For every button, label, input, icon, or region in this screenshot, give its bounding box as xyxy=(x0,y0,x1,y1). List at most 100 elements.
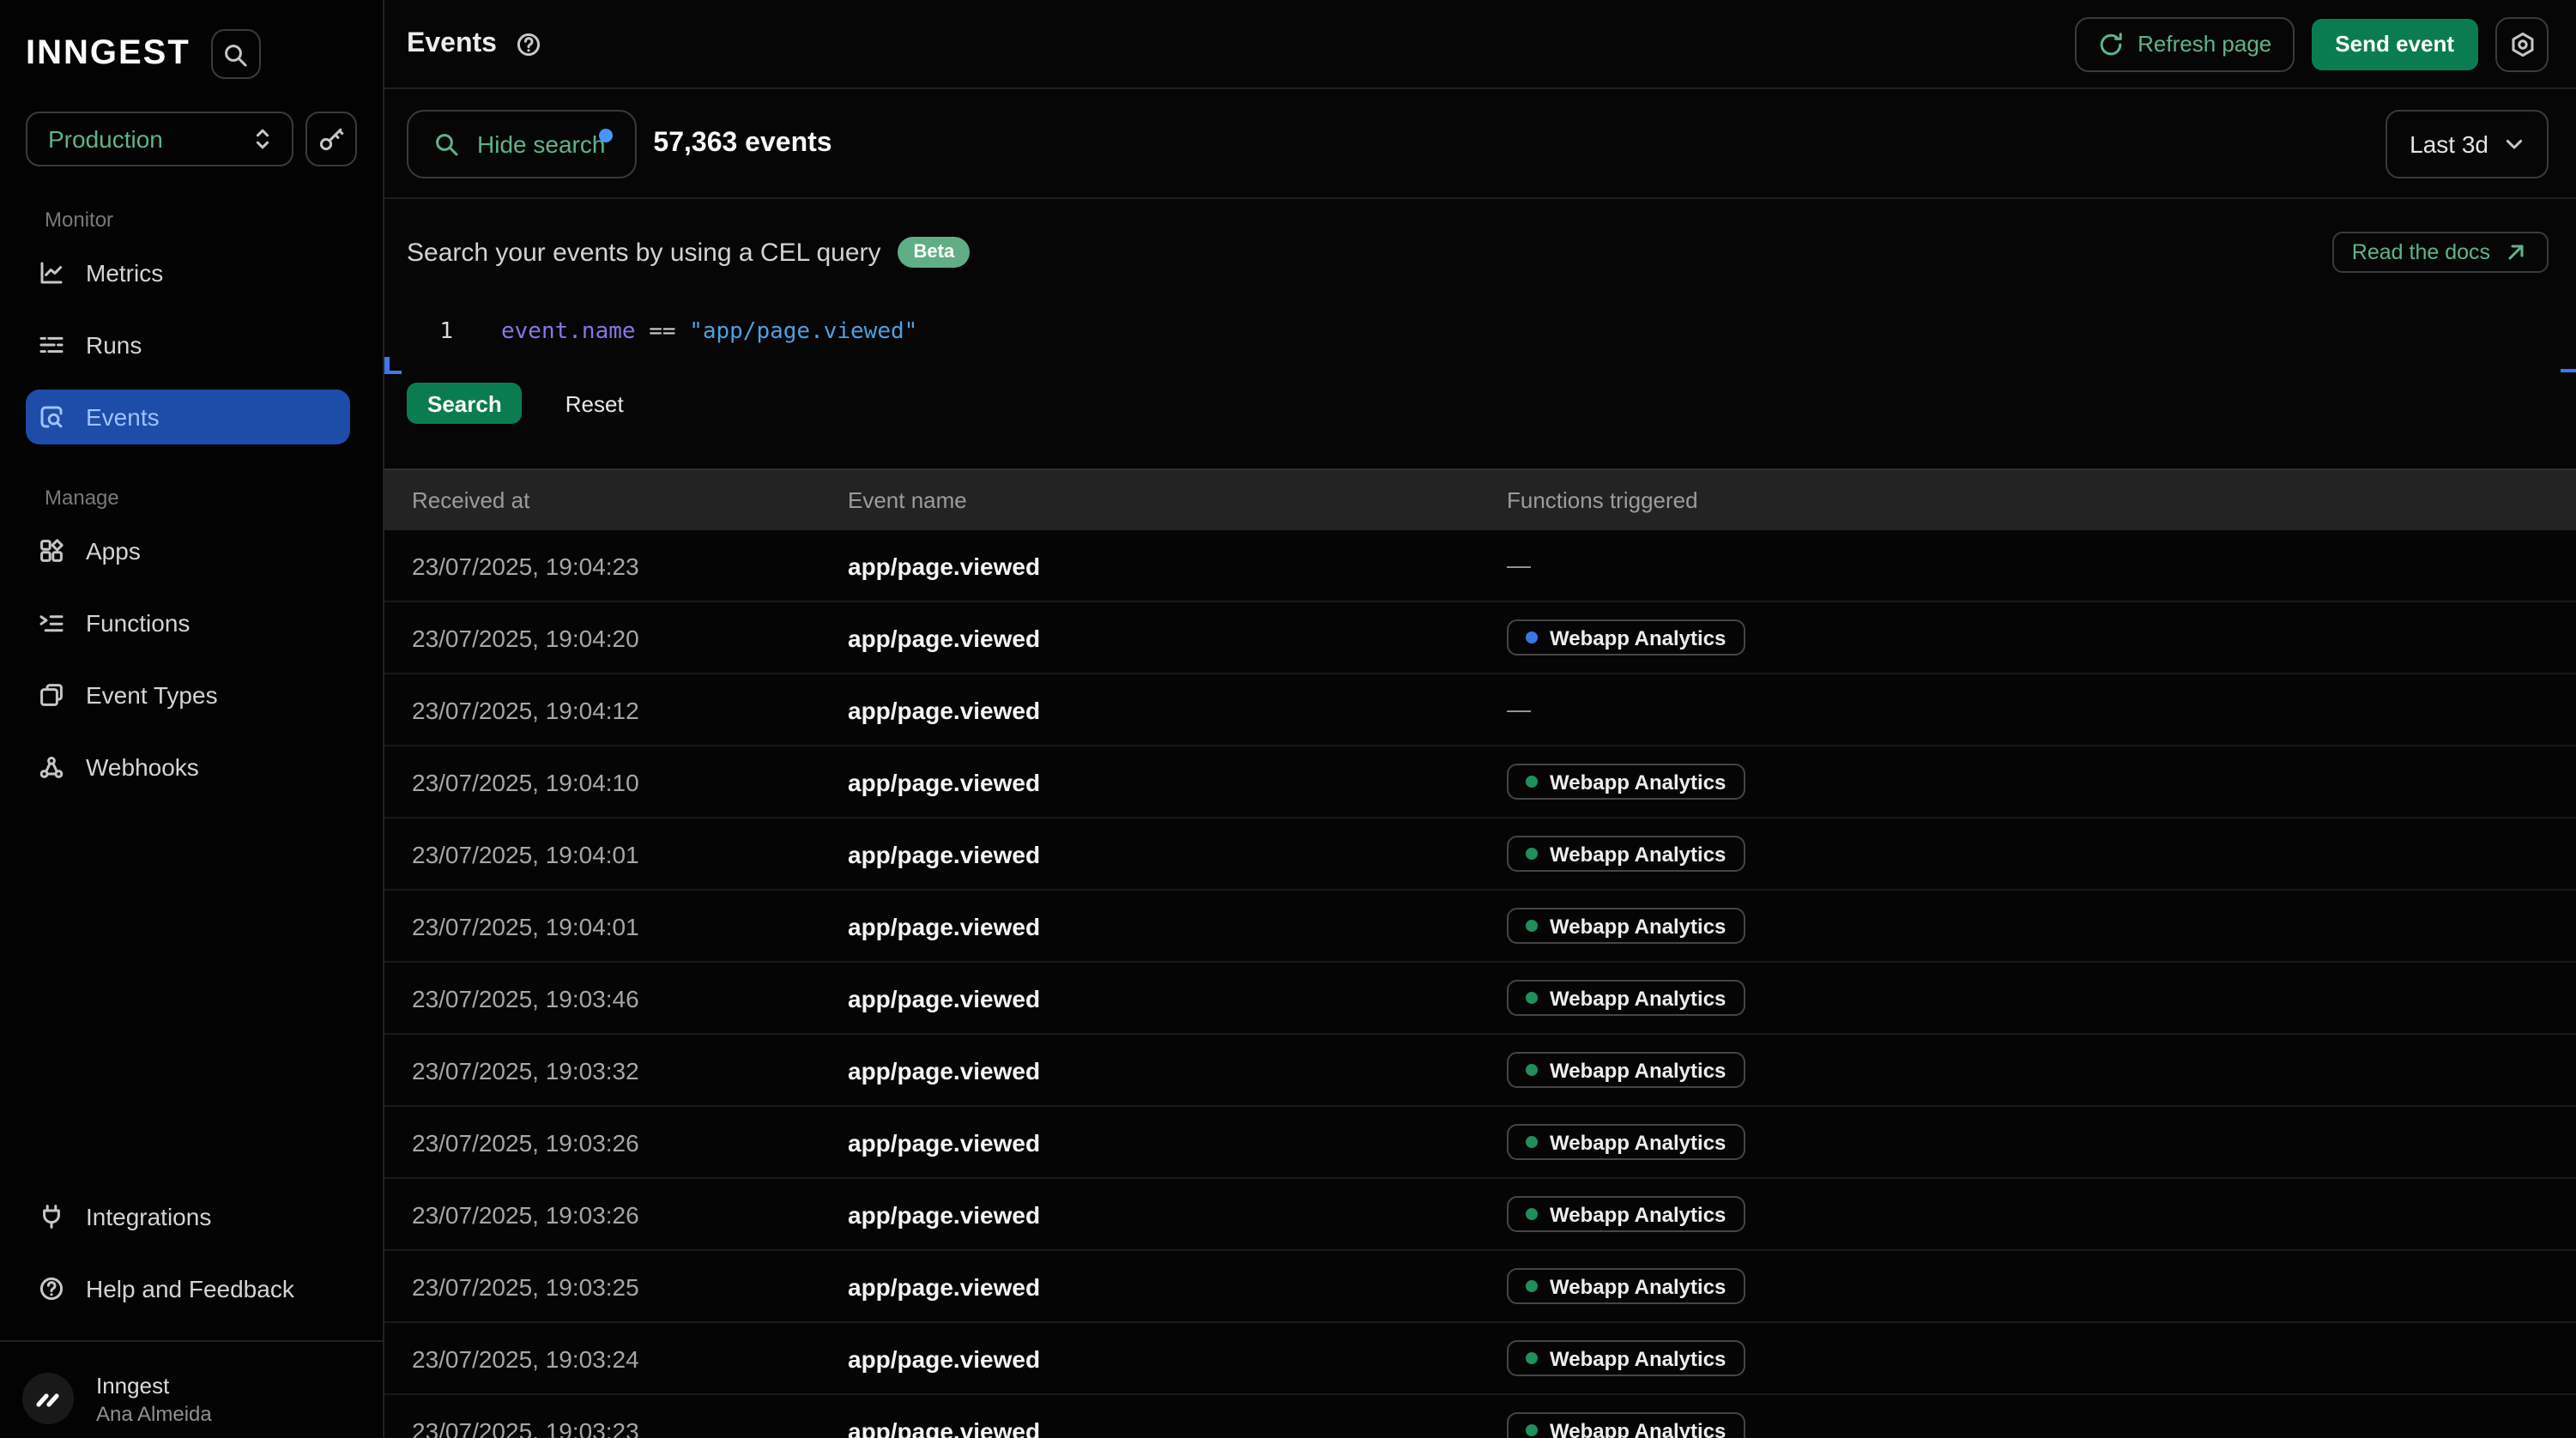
page-help-icon[interactable] xyxy=(516,30,543,57)
sidebar-bottom: Integrations Help and Feedback Inngest An… xyxy=(0,1189,383,1438)
sidebar-item-events[interactable]: Events xyxy=(26,390,350,444)
reset-button[interactable]: Reset xyxy=(565,390,624,416)
function-badge[interactable]: Webapp Analytics xyxy=(1507,1124,1745,1160)
cel-search-panel: Search your events by using a CEL query … xyxy=(384,199,2576,468)
sidebar-item-event-types[interactable]: Event Types xyxy=(26,668,350,722)
cell-functions-triggered: Webapp Analytics xyxy=(1507,1412,2576,1438)
cell-event-name: app/page.viewed xyxy=(848,768,1507,795)
cell-event-name: app/page.viewed xyxy=(848,1200,1507,1228)
read-the-docs-label: Read the docs xyxy=(2352,240,2490,264)
sidebar-item-runs[interactable]: Runs xyxy=(26,317,350,372)
function-badge[interactable]: Webapp Analytics xyxy=(1507,1052,1745,1088)
user-menu[interactable]: Inngest Ana Almeida xyxy=(0,1340,383,1438)
sidebar: INNGEST Production MonitorMetricsRunsEve… xyxy=(0,0,384,1438)
function-badge[interactable]: Webapp Analytics xyxy=(1507,1340,1745,1376)
events-table: Received at Event name Functions trigger… xyxy=(384,468,2576,1438)
sidebar-item-label: Event Types xyxy=(86,681,218,709)
table-row[interactable]: 23/07/2025, 19:04:01app/page.viewedWebap… xyxy=(384,891,2576,963)
cell-event-name: app/page.viewed xyxy=(848,624,1507,651)
no-functions-placeholder: — xyxy=(1507,550,1531,577)
cell-event-name: app/page.viewed xyxy=(848,912,1507,940)
function-badge[interactable]: Webapp Analytics xyxy=(1507,980,1745,1016)
table-row[interactable]: 23/07/2025, 19:03:23app/page.viewedWebap… xyxy=(384,1395,2576,1438)
cell-received-at: 23/07/2025, 19:04:01 xyxy=(412,840,848,867)
table-row[interactable]: 23/07/2025, 19:03:26app/page.viewedWebap… xyxy=(384,1107,2576,1179)
cell-received-at: 23/07/2025, 19:03:25 xyxy=(412,1272,848,1300)
table-row[interactable]: 23/07/2025, 19:04:20app/page.viewedWebap… xyxy=(384,602,2576,674)
table-row[interactable]: 23/07/2025, 19:04:23app/page.viewed— xyxy=(384,530,2576,602)
inngest-logo: INNGEST xyxy=(26,34,190,74)
time-range-label: Last 3d xyxy=(2410,130,2488,157)
events-toolbar: Hide search 57,363 events Last 3d xyxy=(384,89,2576,199)
gear-icon xyxy=(2508,30,2536,57)
search-icon xyxy=(432,130,460,157)
cell-event-name: app/page.viewed xyxy=(848,1056,1507,1084)
cel-query-line[interactable]: event.name == "app/page.viewed" xyxy=(501,319,917,347)
environment-selector[interactable]: Production xyxy=(26,112,294,166)
cell-functions-triggered: Webapp Analytics xyxy=(1507,980,2576,1016)
refresh-page-button[interactable]: Refresh page xyxy=(2074,16,2294,71)
cell-event-name: app/page.viewed xyxy=(848,696,1507,723)
main-content: Events Refresh page Send event Hide xyxy=(384,0,2576,1438)
webhooks-icon xyxy=(38,753,65,781)
table-row[interactable]: 23/07/2025, 19:03:25app/page.viewedWebap… xyxy=(384,1251,2576,1323)
sidebar-item-webhooks[interactable]: Webhooks xyxy=(26,740,350,795)
table-row[interactable]: 23/07/2025, 19:03:26app/page.viewedWebap… xyxy=(384,1179,2576,1251)
function-status-dot-completed xyxy=(1526,848,1538,860)
sidebar-search-button[interactable] xyxy=(211,29,261,79)
cel-query-editor[interactable]: 1 event.name == "app/page.viewed" xyxy=(384,319,2576,347)
settings-button[interactable] xyxy=(2495,16,2549,71)
cell-functions-triggered: — xyxy=(1507,550,2576,581)
sidebar-item-integrations[interactable]: Integrations xyxy=(26,1189,350,1244)
sidebar-item-label: Metrics xyxy=(86,259,163,287)
functions-icon xyxy=(38,609,65,637)
page-header: Events Refresh page Send event xyxy=(384,0,2576,89)
viewport: INNGEST Production MonitorMetricsRunsEve… xyxy=(0,0,2576,1438)
table-row[interactable]: 23/07/2025, 19:03:32app/page.viewedWebap… xyxy=(384,1035,2576,1107)
no-functions-placeholder: — xyxy=(1507,694,1531,722)
arrow-up-right-icon xyxy=(2502,239,2530,266)
function-badge[interactable]: Webapp Analytics xyxy=(1507,1268,1745,1304)
editor-focus-artifact-right xyxy=(2561,369,2576,372)
function-badge[interactable]: Webapp Analytics xyxy=(1507,836,1745,872)
cell-received-at: 23/07/2025, 19:03:26 xyxy=(412,1200,848,1228)
read-the-docs-button[interactable]: Read the docs xyxy=(2333,232,2549,273)
event-types-icon xyxy=(38,681,65,709)
editor-line-number: 1 xyxy=(407,319,453,347)
table-row[interactable]: 23/07/2025, 19:04:01app/page.viewedWebap… xyxy=(384,819,2576,891)
sidebar-item-metrics[interactable]: Metrics xyxy=(26,245,350,300)
cell-functions-triggered: Webapp Analytics xyxy=(1507,1124,2576,1160)
sidebar-item-label: Events xyxy=(86,403,160,431)
beta-badge: Beta xyxy=(898,237,971,268)
table-row[interactable]: 23/07/2025, 19:03:24app/page.viewedWebap… xyxy=(384,1323,2576,1395)
sidebar-item-apps[interactable]: Apps xyxy=(26,523,350,578)
cell-functions-triggered: Webapp Analytics xyxy=(1507,1268,2576,1304)
search-icon xyxy=(222,40,250,68)
sidebar-item-label: Runs xyxy=(86,331,142,359)
function-badge[interactable]: Webapp Analytics xyxy=(1507,1196,1745,1232)
cell-event-name: app/page.viewed xyxy=(848,984,1507,1012)
cell-functions-triggered: Webapp Analytics xyxy=(1507,908,2576,944)
table-row[interactable]: 23/07/2025, 19:04:12app/page.viewed— xyxy=(384,674,2576,746)
event-keys-button[interactable] xyxy=(306,112,357,166)
query-operator-token: == xyxy=(636,319,690,345)
function-badge[interactable]: Webapp Analytics xyxy=(1507,764,1745,800)
function-status-dot-completed xyxy=(1526,1352,1538,1364)
table-header-row: Received at Event name Functions trigger… xyxy=(384,468,2576,530)
function-badge[interactable]: Webapp Analytics xyxy=(1507,908,1745,944)
sidebar-item-functions[interactable]: Functions xyxy=(26,595,350,650)
column-header-received-at: Received at xyxy=(412,487,848,513)
cell-event-name: app/page.viewed xyxy=(848,1344,1507,1372)
search-button[interactable]: Search xyxy=(407,383,523,424)
sidebar-item-help-and-feedback[interactable]: Help and Feedback xyxy=(26,1261,350,1316)
function-badge[interactable]: Webapp Analytics xyxy=(1507,619,1745,656)
send-event-button[interactable]: Send event xyxy=(2311,18,2478,69)
function-name: Webapp Analytics xyxy=(1550,625,1726,650)
table-row[interactable]: 23/07/2025, 19:04:10app/page.viewedWebap… xyxy=(384,746,2576,819)
function-status-dot-completed xyxy=(1526,992,1538,1004)
key-icon xyxy=(317,125,345,153)
hide-search-button[interactable]: Hide search xyxy=(407,109,636,178)
time-range-selector[interactable]: Last 3d xyxy=(2386,109,2549,178)
table-row[interactable]: 23/07/2025, 19:03:46app/page.viewedWebap… xyxy=(384,963,2576,1035)
function-badge[interactable]: Webapp Analytics xyxy=(1507,1412,1745,1438)
